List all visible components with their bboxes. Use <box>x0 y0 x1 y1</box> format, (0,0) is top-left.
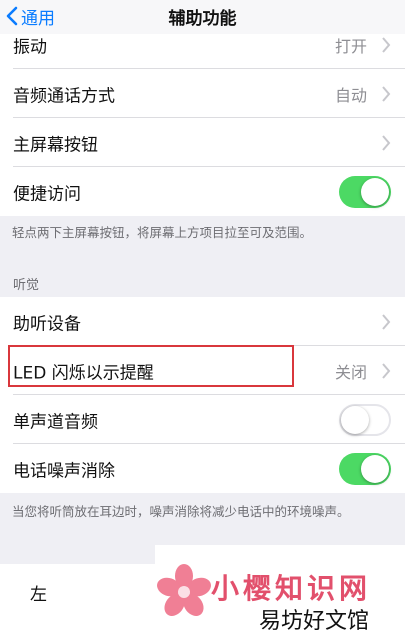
chevron-right-icon <box>382 36 391 53</box>
row-hearing-devices[interactable]: 助听设备 <box>0 297 405 346</box>
row-label: LED 闪烁以示提醒 <box>13 363 154 383</box>
row-label: 电话噪声消除 <box>13 461 115 481</box>
watermark: 小樱知识网 易坊好文馆 <box>155 545 405 644</box>
watermark-site-name: 小樱知识网 <box>211 572 372 605</box>
watermark-subtitle: 易坊好文馆 <box>259 609 370 634</box>
row-label: 振动 <box>13 37 47 57</box>
noise-cancellation-footnote: 当您将听筒放在耳边时，噪声消除将减少电话中的环境噪声。 <box>12 504 350 519</box>
row-label: 主屏幕按钮 <box>13 135 98 155</box>
row-value: 关闭 <box>334 362 367 382</box>
row-label: 助听设备 <box>13 314 81 334</box>
row-home-button[interactable]: 主屏幕按钮 <box>0 118 405 167</box>
row-phone-noise-cancellation: 电话噪声消除 <box>0 444 405 493</box>
reachability-footnote: 轻点两下主屏幕按钮，将屏幕上方项目拉至可及范围。 <box>12 225 313 240</box>
page-title: 辅助功能 <box>168 9 237 29</box>
general-group: 振动 打开 音频通话方式 自动 主屏幕按钮 便捷访问 <box>0 20 405 216</box>
row-value: 打开 <box>334 36 367 56</box>
chevron-right-icon <box>382 85 391 102</box>
row-audio-call-routing[interactable]: 音频通话方式 自动 <box>0 69 405 118</box>
reachability-toggle[interactable] <box>339 175 391 208</box>
mono-audio-toggle[interactable] <box>339 403 391 436</box>
row-led-flash[interactable]: LED 闪烁以示提醒 关闭 <box>0 346 405 395</box>
row-label: 单声道音频 <box>13 412 98 432</box>
row-mono-audio: 单声道音频 <box>0 395 405 444</box>
row-value: 自动 <box>334 85 367 105</box>
row-label: 音频通话方式 <box>13 86 115 106</box>
navigation-bar: 通用 辅助功能 <box>0 0 405 34</box>
toggle-knob <box>361 177 389 206</box>
noise-cancellation-toggle[interactable] <box>339 452 391 485</box>
hearing-group: 助听设备 LED 闪烁以示提醒 关闭 单声道音频 电话噪声消除 <box>0 297 405 493</box>
row-label: 便捷访问 <box>13 184 81 204</box>
section-header-hearing: 听觉 <box>13 278 40 293</box>
row-reachability: 便捷访问 <box>0 167 405 216</box>
chevron-right-icon <box>382 134 391 151</box>
balance-left-label: 左 <box>30 585 47 605</box>
chevron-right-icon <box>382 313 391 330</box>
toggle-knob <box>341 405 369 434</box>
toggle-knob <box>361 454 389 483</box>
sakura-flower-icon <box>157 564 211 617</box>
accessibility-settings-page: 振动 打开 音频通话方式 自动 主屏幕按钮 便捷访问 轻点两下主屏幕按钮，将屏幕… <box>0 0 405 644</box>
chevron-right-icon <box>382 362 391 379</box>
